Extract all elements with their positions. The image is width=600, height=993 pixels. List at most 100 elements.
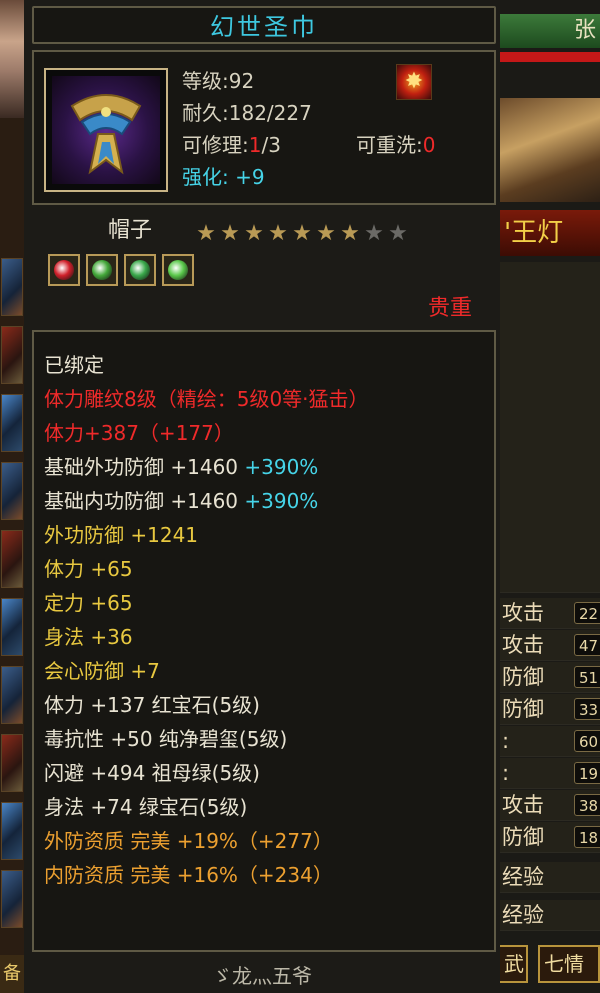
stat-label: 防御 (502, 665, 544, 689)
star-filled-icon: ★ (220, 221, 240, 246)
attribute-text: 身法 +74 绿宝石(5级) (44, 795, 248, 819)
stat-row: 攻击 22 (498, 598, 600, 629)
exp-row: 经验 (498, 900, 600, 931)
scene-image (498, 98, 600, 202)
enhance-line: 强化: +9 (182, 162, 265, 192)
rewash-value: 0 (422, 133, 436, 157)
attribute-line: 体力 +137 红宝石(5级) (44, 690, 260, 720)
repair-total: /3 (261, 133, 281, 157)
attribute-line: 会心防御 +7 (44, 656, 160, 686)
stat-row-blank (498, 382, 600, 413)
star-rating: ★ ★ ★ ★ ★ ★ ★ ★ ★ (194, 220, 410, 248)
stat-row-blank (498, 322, 600, 353)
attribute-text: 内防资质 完美 +16%（+234） (44, 863, 333, 887)
side-slot-5[interactable] (1, 530, 23, 588)
exp-label: 经验 (502, 903, 544, 927)
attribute-text: 外功防御 +1241 (44, 523, 199, 547)
side-slot-10[interactable] (1, 870, 23, 928)
star-filled-icon: ★ (268, 221, 288, 246)
stat-row: 防御 33 (498, 694, 600, 725)
gem-socket-icon[interactable] (124, 254, 156, 286)
level-line: 等级:92 (182, 69, 255, 93)
repair-used: 1 (248, 133, 262, 157)
gem-icon (92, 260, 112, 280)
side-slot-4[interactable] (1, 462, 23, 520)
left-sidebar: 备 (0, 0, 24, 993)
attribute-line: 已绑定 (44, 350, 104, 380)
stat-row-blank (498, 412, 600, 443)
stat-row-blank (498, 442, 600, 473)
star-filled-icon: ★ (340, 221, 360, 246)
gem-socket-icon[interactable] (48, 254, 80, 286)
item-icon-frame (44, 68, 168, 192)
durability-value: 182/227 (228, 101, 312, 125)
attribute-text: 外防资质 完美 +19%（+277） (44, 829, 333, 853)
attribute-text: 基础内功防御 +1460 (44, 489, 239, 513)
side-slot-9[interactable] (1, 802, 23, 860)
side-slot-1[interactable] (1, 258, 23, 316)
stat-value: 18 (574, 826, 600, 848)
stat-value: 19 (574, 762, 600, 784)
attribute-text: 定力 +65 (44, 591, 133, 615)
exp-row: 经验 (498, 862, 600, 893)
side-slot-2[interactable] (1, 326, 23, 384)
bottom-tabs: 武 七情 (498, 945, 600, 985)
level-value: 92 (228, 69, 255, 93)
tab-emotions[interactable]: 七情 (538, 945, 600, 983)
stat-row-blank (498, 262, 600, 293)
attribute-text: 身法 +36 (44, 625, 133, 649)
attribute-text: 已绑定 (44, 353, 104, 377)
owner-name: ゞ龙灬五爷 (212, 964, 312, 988)
durability-label: 耐久 (182, 101, 222, 125)
item-title-box: 幻世圣巾 (32, 6, 496, 44)
side-slot-3[interactable] (1, 394, 23, 452)
attribute-line: 外防资质 完美 +19%（+277） (44, 826, 333, 856)
attribute-bonus: +390% (238, 489, 319, 513)
stat-row: 防御 18 (498, 822, 600, 853)
rarity-label: 贵重 (427, 296, 472, 321)
stat-row: 攻击 47 (498, 630, 600, 661)
gem-sockets (48, 254, 200, 286)
attribute-text: 闪避 +494 祖母绿(5级) (44, 761, 260, 785)
attribute-text: 毒抗性 +50 纯净碧玺(5级) (44, 727, 288, 751)
stat-row: 攻击 38 (498, 790, 600, 821)
health-bar (498, 52, 600, 62)
gem-socket-icon[interactable] (86, 254, 118, 286)
gem-icon (168, 260, 188, 280)
attribute-line: 闪避 +494 祖母绿(5级) (44, 758, 260, 788)
side-slot-6[interactable] (1, 598, 23, 656)
attribute-text: 体力雕纹8级（精绘：5级0等·猛击） (44, 387, 369, 411)
star-empty-icon: ★ (364, 221, 384, 246)
attribute-text: 体力 +65 (44, 557, 133, 581)
left-bottom-tab[interactable]: 备 (0, 955, 24, 993)
stat-row-blank (498, 562, 600, 593)
character-portrait[interactable] (0, 0, 24, 118)
stat-row: : 60 (498, 726, 600, 757)
item-info-box: 等级:92 耐久:182/227 可修理:1/3 可重洗:0 强化: +9 ✸ (32, 50, 496, 205)
item-type: 帽子 (108, 218, 153, 243)
stat-label: 攻击 (502, 633, 544, 657)
stat-value: 47 (574, 634, 600, 656)
repair-line: 可修理:1/3 (182, 133, 281, 157)
character-panel: 张 '王灯 攻击 22 攻击 47 防御 51 防御 33 : 60 : 19 … (498, 0, 600, 993)
stat-label: 攻击 (502, 793, 544, 817)
item-name: 幻世圣巾 (210, 13, 318, 41)
rewash-line: 可重洗:0 (356, 133, 436, 157)
attribute-text: 体力 +137 红宝石(5级) (44, 693, 260, 717)
side-slot-7[interactable] (1, 666, 23, 724)
stat-label: 攻击 (502, 601, 544, 625)
stat-label: 防御 (502, 697, 544, 721)
stat-row: : 19 (498, 758, 600, 789)
attribute-line: 基础外功防御 +1460 +390% (44, 452, 318, 482)
gem-socket-icon[interactable] (162, 254, 194, 286)
side-slot-8[interactable] (1, 734, 23, 792)
title-banner: '王灯 (498, 210, 600, 256)
star-filled-icon: ★ (244, 221, 264, 246)
attribute-line: 内防资质 完美 +16%（+234） (44, 860, 333, 890)
attribute-line: 基础内功防御 +1460 +390% (44, 486, 318, 516)
stat-value: 33 (574, 698, 600, 720)
stat-label: : (502, 729, 510, 753)
stat-row-blank (498, 472, 600, 503)
attribute-text: 体力+387（+177） (44, 421, 234, 445)
tab-martial[interactable]: 武 (498, 945, 528, 983)
